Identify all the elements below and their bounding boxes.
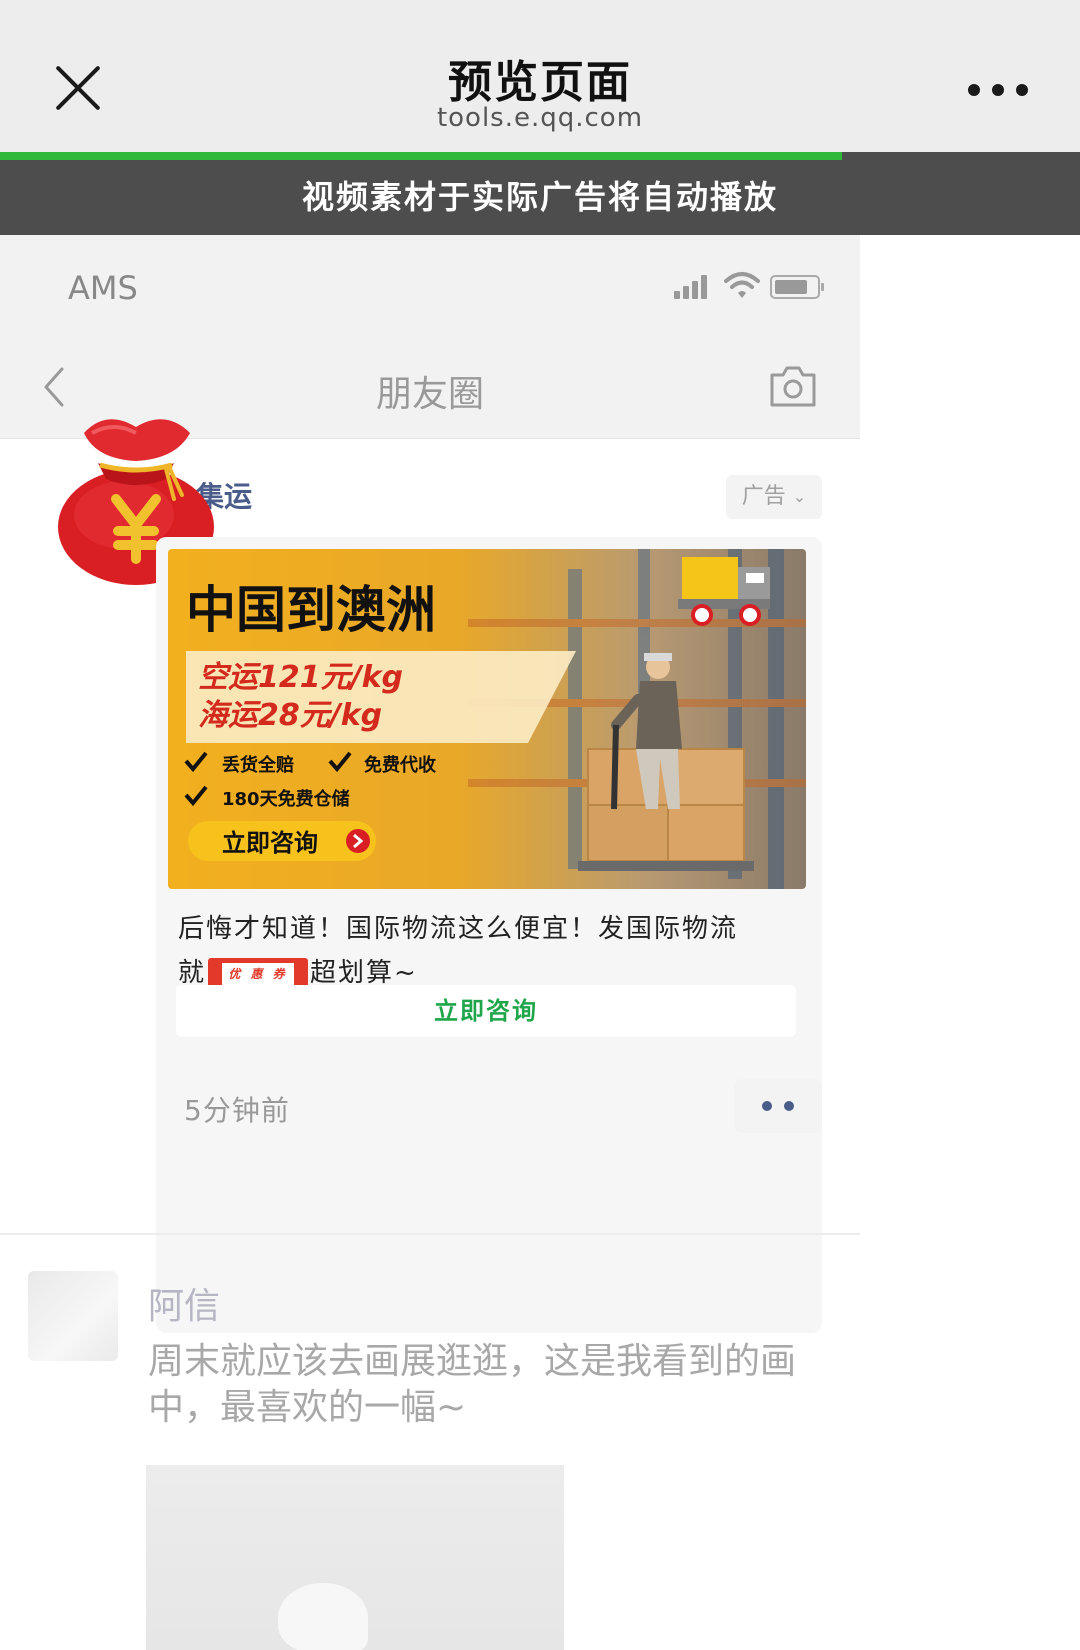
load-progress-bar	[0, 152, 1080, 160]
friend-post-text: 周末就应该去画展逛逛，这是我看到的画中，最喜欢的一幅~	[148, 1341, 797, 1428]
page-domain: tools.e.qq.com	[436, 103, 644, 133]
carrier-label: AMS	[68, 269, 138, 307]
post-timestamp: 5分钟前	[184, 1094, 290, 1127]
ad-caption: 后悔才知道！国际物流这么便宜！发国际物流 就优 惠 券超划算~	[178, 907, 798, 995]
avatar[interactable]	[28, 1271, 118, 1361]
autoplay-notice: 视频素材于实际广告将自动播放	[0, 160, 1080, 235]
signal-icon	[674, 275, 714, 299]
ad-tag-label: 广告	[741, 484, 786, 509]
ad-card: 中国到澳洲 空运121元/kg 海运28元/kg 丢货全赔 免费代收 180天免…	[156, 537, 822, 1333]
wifi-icon	[724, 272, 760, 298]
coupon-label: 优 惠 券	[222, 962, 295, 985]
banner-button-label: 立即咨询	[222, 829, 318, 857]
banner-feature-2: 免费代收	[364, 754, 436, 776]
page-title: 预览页面	[448, 57, 632, 108]
banner-price-sea: 海运28元/kg	[198, 698, 382, 733]
webview-header: 预览页面 tools.e.qq.com	[0, 0, 1080, 152]
friend-post-photo[interactable]	[146, 1465, 564, 1650]
ad-caption-pre: 就	[178, 958, 207, 988]
post-divider	[0, 1233, 860, 1235]
ad-banner-graphic: 中国到澳洲 空运121元/kg 海运28元/kg 丢货全赔 免费代收 180天免…	[168, 549, 806, 889]
phone-preview: AMS 朋友圈 集运 广告 ⌄ 中国到澳洲 空运121元/kg 海运28元/kg…	[0, 235, 860, 1650]
comment-like-button[interactable]	[734, 1079, 822, 1133]
banner-price-air: 空运121元/kg	[198, 660, 403, 695]
ad-banner-image[interactable]: 中国到澳洲 空运121元/kg 海运28元/kg 丢货全赔 免费代收 180天免…	[168, 549, 806, 889]
battery-icon	[770, 275, 824, 299]
camera-icon[interactable]	[768, 363, 818, 409]
load-progress-fill	[0, 152, 843, 160]
banner-feature-3: 180天免费仓储	[222, 788, 350, 810]
chevron-down-icon: ⌄	[792, 487, 807, 506]
friend-name[interactable]: 阿信	[148, 1277, 220, 1329]
arrow-right-icon	[346, 829, 370, 853]
banner-headline: 中国到澳洲	[186, 581, 436, 639]
banner-feature-1: 丢货全赔	[222, 754, 294, 776]
status-bar: AMS	[0, 235, 860, 335]
ad-caption-post: 超划算~	[310, 958, 418, 988]
ad-tag-button[interactable]: 广告 ⌄	[726, 475, 822, 519]
more-options-icon[interactable]	[968, 80, 1028, 100]
blank-side-area	[860, 235, 1080, 1650]
consult-now-button[interactable]: 立即咨询	[176, 985, 796, 1037]
webview-screen: 预览页面 tools.e.qq.com 视频素材于实际广告将自动播放 AMS 朋…	[0, 0, 1080, 1650]
ad-caption-line1: 后悔才知道！国际物流这么便宜！发国际物流	[178, 914, 739, 944]
